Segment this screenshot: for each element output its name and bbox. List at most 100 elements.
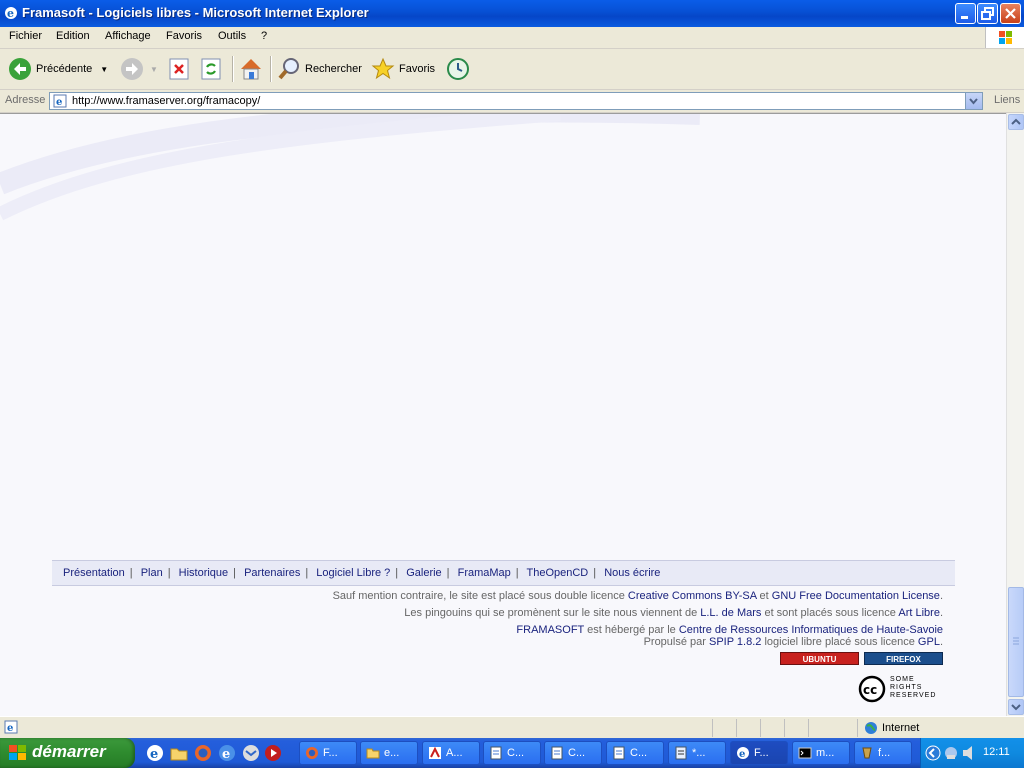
refresh-button[interactable] (200, 54, 222, 84)
nav-nous-ecrire[interactable]: Nous écrire (604, 567, 660, 579)
refresh-icon (201, 58, 221, 80)
task-ie-active[interactable]: e F... (730, 741, 788, 765)
license-line: Sauf mention contraire, le site est plac… (332, 590, 943, 602)
start-button[interactable]: démarrer (0, 738, 135, 768)
search-button[interactable]: Rechercher (277, 54, 362, 84)
media-quicklaunch-icon[interactable] (264, 744, 282, 762)
taskbar: démarrer e e F... e... A... C... C... C.… (0, 738, 1024, 768)
nav-partenaires[interactable]: Partenaires (244, 567, 300, 579)
notepad-icon (675, 746, 687, 760)
folder-icon (366, 748, 380, 759)
gpl-link[interactable]: GPL (918, 636, 940, 648)
console-icon (798, 747, 812, 759)
task-label: e... (384, 747, 400, 759)
menu-help[interactable]: ? (261, 30, 267, 42)
menu-favoris[interactable]: Favoris (166, 30, 202, 42)
stop-button[interactable] (168, 54, 190, 84)
spip-link[interactable]: SPIP 1.8.2 (709, 636, 761, 648)
penguins-line: Les pingouins qui se promènent sur le si… (404, 607, 943, 619)
menu-affichage[interactable]: Affichage (105, 30, 151, 42)
ie-quicklaunch-icon[interactable]: e (146, 744, 164, 762)
windows-logo (985, 27, 1024, 48)
task-document-1[interactable]: C... (483, 741, 541, 765)
task-label: *... (692, 747, 706, 759)
status-bar: e Internet (0, 716, 1024, 739)
tray-expand-icon[interactable] (925, 744, 941, 762)
cc-icon: cc (858, 675, 886, 703)
document-icon (613, 746, 625, 760)
close-button[interactable] (1000, 3, 1021, 24)
task-console[interactable]: m... (792, 741, 850, 765)
menu-outils[interactable]: Outils (218, 30, 246, 42)
menu-fichier[interactable]: Fichier (9, 30, 42, 42)
svg-text:e: e (739, 749, 745, 760)
restore-button[interactable] (977, 3, 998, 24)
restore-icon (981, 7, 994, 20)
task-label: m... (816, 747, 835, 759)
menu-edition[interactable]: Edition (56, 30, 90, 42)
network-tray-icon[interactable] (943, 745, 959, 761)
chevron-down-icon (1011, 704, 1021, 711)
back-label: Précédente (36, 63, 93, 75)
site-footer: Présentation | Plan | Historique | Partenai… (52, 560, 955, 704)
address-label: Adresse (5, 94, 46, 106)
mail-quicklaunch-icon[interactable] (242, 744, 260, 762)
task-app[interactable]: f... (854, 741, 912, 765)
minimize-button[interactable] (955, 3, 976, 24)
folder-quicklaunch-icon[interactable] (170, 744, 188, 762)
nav-framamap[interactable]: FramaMap (458, 567, 511, 579)
back-button[interactable]: Précédente ▼ (8, 54, 108, 84)
favorites-label: Favoris (399, 63, 436, 75)
nav-galerie[interactable]: Galerie (406, 567, 441, 579)
firefox-quicklaunch-icon[interactable] (194, 744, 212, 762)
scroll-thumb[interactable] (1008, 587, 1024, 697)
vertical-scrollbar[interactable] (1006, 113, 1024, 716)
cri-link[interactable]: Centre de Ressources Informatiques de Ha… (679, 624, 943, 636)
nav-presentation[interactable]: Présentation (63, 567, 125, 579)
task-label: F... (323, 747, 338, 759)
nav-plan[interactable]: Plan (141, 567, 163, 579)
nav-theopencd[interactable]: TheOpenCD (527, 567, 589, 579)
grip-icon (1013, 637, 1019, 645)
forward-dropdown-icon[interactable]: ▼ (150, 65, 158, 74)
task-document-3[interactable]: C... (606, 741, 664, 765)
title-bar[interactable]: e Framasoft - Logiciels libres - Microso… (0, 0, 1024, 27)
firefox-badge[interactable]: FIREFOX (864, 652, 943, 665)
ubuntu-badge[interactable]: UBUNTU (780, 652, 859, 665)
menu-bar: Fichier Edition Affichage Favoris Outils… (0, 27, 1024, 49)
nav-historique[interactable]: Historique (179, 567, 229, 579)
art-libre-link[interactable]: Art Libre (898, 607, 940, 619)
back-dropdown-icon[interactable]: ▼ (100, 65, 108, 74)
task-acrobat[interactable]: A... (422, 741, 480, 765)
svg-text:e: e (150, 747, 158, 762)
task-document-2[interactable]: C... (544, 741, 602, 765)
favorites-button[interactable]: Favoris (371, 54, 435, 84)
scroll-down-button[interactable] (1008, 699, 1024, 715)
task-firefox[interactable]: F... (299, 741, 357, 765)
document-icon (551, 746, 563, 760)
task-label: F... (754, 747, 769, 759)
address-dropdown-button[interactable] (965, 93, 982, 109)
ie-alt-quicklaunch-icon[interactable]: e (218, 744, 236, 762)
gfdl-link[interactable]: GNU Free Documentation License (772, 590, 940, 602)
task-label: C... (568, 747, 586, 759)
cc-license-link[interactable]: Creative Commons BY-SA (628, 590, 757, 602)
address-bar: Adresse e http://www.framaserver.org/fra… (0, 90, 1024, 113)
svg-text:e: e (7, 7, 14, 20)
task-notepad[interactable]: *... (668, 741, 726, 765)
framasoft-link[interactable]: FRAMASOFT (516, 624, 584, 636)
volume-tray-icon[interactable] (961, 745, 977, 761)
links-button[interactable]: Liens (994, 94, 1020, 106)
history-button[interactable] (446, 54, 470, 84)
llmars-link[interactable]: L.L. de Mars (700, 607, 761, 619)
nav-logiciel-libre[interactable]: Logiciel Libre ? (316, 567, 390, 579)
page-icon: e (53, 94, 67, 108)
svg-text:e: e (222, 747, 230, 762)
task-explorer[interactable]: e... (360, 741, 418, 765)
firefox-icon (306, 747, 318, 759)
home-button[interactable] (238, 54, 264, 84)
scroll-up-button[interactable] (1008, 114, 1024, 130)
address-input[interactable]: e http://www.framaserver.org/framacopy/ (49, 92, 983, 110)
cc-badge[interactable]: cc SOME RIGHTS RESERVED (858, 674, 948, 704)
forward-button[interactable]: ▼ (120, 54, 158, 84)
